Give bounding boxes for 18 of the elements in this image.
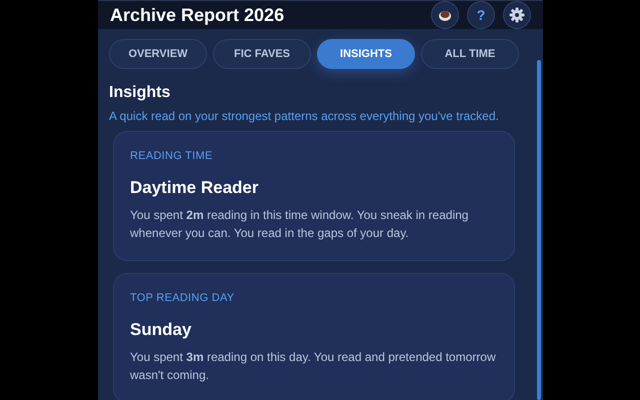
card-eyebrow: READING TIME xyxy=(130,149,214,164)
tab[interactable]: OVERVIEW xyxy=(109,39,207,69)
coffee-button[interactable] xyxy=(431,1,459,29)
settings-icon xyxy=(509,7,525,23)
card-text: You spent 3m reading on this day. You read and pretended tomorrow wasn't coming. xyxy=(130,349,497,384)
scrollbar[interactable] xyxy=(537,60,541,400)
settings-button[interactable] xyxy=(503,1,531,29)
section-subtitle: A quick read on your strongest patterns across everything you've tracked. xyxy=(109,108,500,125)
app-title: Archive Report 2026 xyxy=(110,4,286,27)
help-button[interactable]: ? xyxy=(467,1,495,29)
card-eyebrow: TOP READING DAY xyxy=(130,291,236,306)
tab[interactable]: INSIGHTS xyxy=(317,39,415,69)
section-title: Insights xyxy=(109,83,172,103)
card-title: Daytime Reader xyxy=(130,176,260,198)
tab[interactable]: ALL TIME xyxy=(421,39,519,69)
card-text: You spent 2m reading in this time window. You sneak in reading whenever you can. You read in the gaps of your day. xyxy=(130,207,470,242)
card-title: Sunday xyxy=(130,318,192,340)
tab[interactable]: FIC FAVES xyxy=(213,39,311,69)
